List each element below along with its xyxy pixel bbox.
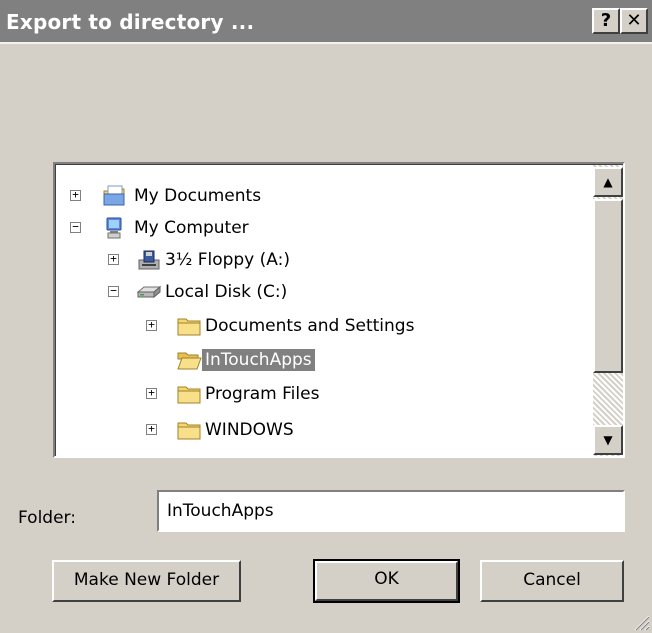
expand-icon[interactable]: + — [146, 319, 157, 331]
folder-tree-frame: + My Documents − My Computer + 3½ Floppy… — [55, 164, 623, 456]
hard-drive-icon — [136, 280, 162, 304]
title-bar[interactable]: Export to directory ... ? ✕ — [0, 0, 652, 44]
arrow-up-icon: ▲ — [603, 175, 613, 189]
tree-item-windows[interactable]: + WINDOWS — [56, 415, 586, 447]
collapse-icon[interactable]: − — [108, 285, 119, 297]
vertical-scrollbar[interactable]: ▲ ▼ — [593, 165, 623, 456]
folder-icon — [176, 418, 202, 442]
floppy-drive-icon — [136, 248, 162, 272]
close-icon: ✕ — [626, 10, 642, 31]
help-button[interactable]: ? — [592, 8, 620, 34]
tree-item-label: 3½ Floppy (A:) — [165, 250, 290, 270]
tree-item-my-computer[interactable]: − My Computer — [56, 213, 586, 245]
ok-button-label: OK — [374, 569, 399, 589]
folder-icon — [176, 314, 202, 338]
folder-tree[interactable]: + My Documents − My Computer + 3½ Floppy… — [53, 162, 625, 458]
tree-item-intouchapps[interactable]: InTouchApps — [56, 345, 586, 377]
tree-item-program-files[interactable]: + Program Files — [56, 379, 586, 411]
expand-icon[interactable]: + — [108, 253, 119, 265]
folder-input[interactable] — [157, 490, 625, 532]
make-new-folder-button[interactable]: Make New Folder — [52, 560, 241, 602]
tree-item-my-documents[interactable]: + My Documents — [56, 181, 586, 213]
resize-grip-icon[interactable] — [630, 611, 650, 631]
folder-icon — [176, 382, 202, 406]
tree-item-label: My Computer — [134, 218, 249, 238]
cancel-button[interactable]: Cancel — [480, 560, 624, 602]
tree-item-label: InTouchApps — [202, 349, 315, 371]
folder-label: Folder: — [18, 508, 76, 528]
my-computer-icon — [102, 216, 128, 240]
expand-icon[interactable]: + — [146, 423, 157, 435]
tree-item-label: Program Files — [205, 384, 320, 404]
tree-item-label: WINDOWS — [205, 420, 294, 440]
tree-item-documents-and-settings[interactable]: + Documents and Settings — [56, 311, 586, 343]
tree-item-floppy[interactable]: + 3½ Floppy (A:) — [56, 245, 586, 277]
my-documents-icon — [102, 184, 128, 208]
dialog-title: Export to directory ... — [6, 10, 255, 34]
tree-item-local-disk[interactable]: − Local Disk (C:) — [56, 277, 586, 309]
tree-item-label: Documents and Settings — [205, 316, 415, 336]
expand-icon[interactable]: + — [70, 189, 81, 201]
close-button[interactable]: ✕ — [620, 8, 648, 34]
scroll-thumb[interactable] — [593, 199, 623, 373]
open-folder-icon — [176, 348, 202, 372]
tree-item-label: My Documents — [134, 186, 262, 206]
ok-button[interactable]: OK — [313, 559, 460, 603]
scroll-down-button[interactable]: ▼ — [593, 425, 623, 455]
expand-icon[interactable]: + — [146, 387, 157, 399]
tree-item-label: Local Disk (C:) — [165, 282, 288, 302]
scroll-up-button[interactable]: ▲ — [593, 167, 623, 197]
collapse-icon[interactable]: − — [70, 221, 81, 233]
arrow-down-icon: ▼ — [603, 433, 613, 447]
